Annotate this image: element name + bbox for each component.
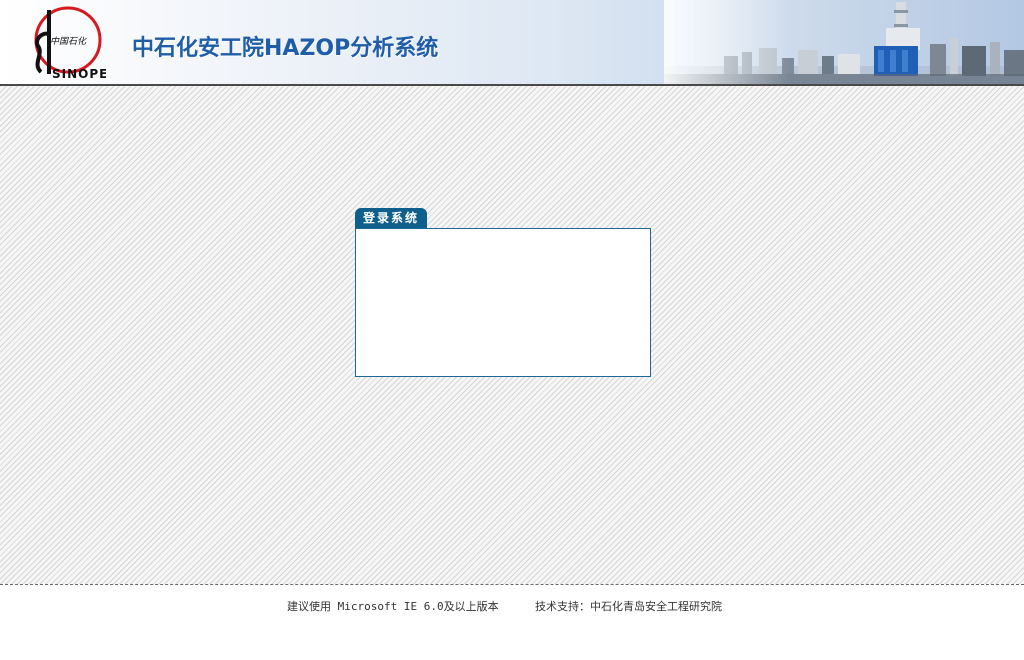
refinery-skyline-image: [664, 0, 1024, 84]
header-banner: 中国石化 SINOPEC 中石化安工院HAZOP分析系统: [0, 0, 1024, 86]
tech-support-text: 技术支持：中石化青岛安全工程研究院: [535, 600, 722, 613]
app-title: 中石化安工院HAZOP分析系统: [132, 36, 439, 61]
login-panel-tab: 登录系统: [355, 208, 428, 229]
main-content-area: 登录系统: [0, 86, 1024, 584]
browser-recommendation-text: 建议使用 Microsoft IE 6.0及以上版本: [287, 600, 499, 613]
logo-chinese-text: 中国石化: [50, 36, 87, 47]
login-panel: [355, 228, 651, 377]
sinopec-logo: 中国石化 SINOPEC: [34, 6, 106, 81]
logo-text: SINOPEC: [52, 67, 106, 81]
footer: 建议使用 Microsoft IE 6.0及以上版本 技术支持：中石化青岛安全工…: [0, 584, 1024, 660]
app-root: 中国石化 SINOPEC 中石化安工院HAZOP分析系统: [0, 0, 1024, 660]
